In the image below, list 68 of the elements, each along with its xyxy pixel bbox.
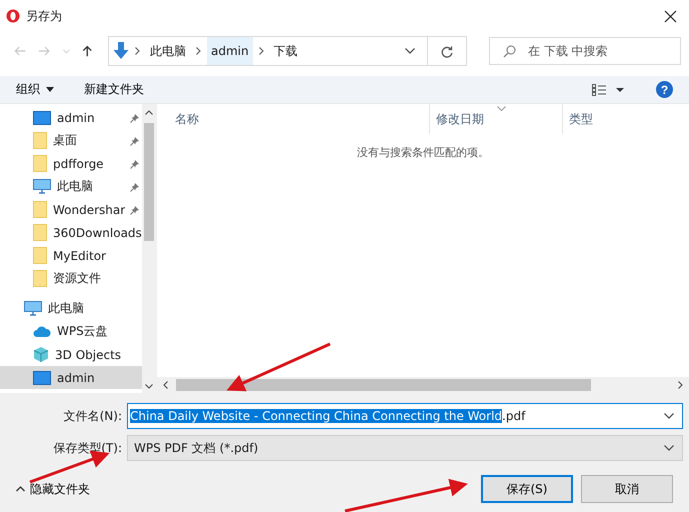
sort-caret-icon [497,106,506,111]
filename-label: 文件名(N): [62,408,123,424]
caret-icon [16,486,25,492]
cloud-icon [33,326,51,338]
sidebar-item[interactable]: WPS云盘 [0,320,142,343]
breadcrumb-item[interactable]: admin [207,37,253,65]
file-type-dropdown[interactable]: WPS PDF 文档 (*.pdf) [127,435,683,461]
pin-icon [130,182,140,192]
folder-icon [33,270,47,287]
column-header[interactable]: 名称 [157,104,430,134]
breadcrumb-item[interactable]: 此电脑 [146,37,190,65]
view-options-icon[interactable] [592,84,624,96]
computer-icon [24,301,42,316]
column-header[interactable]: 修改日期 [430,104,563,134]
window-title: 另存为 [26,8,62,24]
desktop-icon [33,110,51,124]
breadcrumb-item[interactable]: 下载 [270,37,302,65]
pin-icon [130,136,140,146]
sidebar-item[interactable]: pdfforge [0,152,142,175]
computer-icon [33,179,51,194]
download-arrow-icon [113,42,129,60]
empty-message: 没有与搜索条件匹配的项。 [356,145,490,160]
close-icon[interactable] [664,10,677,22]
cube-icon [33,346,49,363]
pin-icon [130,205,140,215]
sidebar-item[interactable]: 3D Objects [0,343,142,366]
dropdown-caret-icon[interactable] [664,413,674,419]
sidebar-item[interactable]: 此电脑 [0,297,142,320]
chevron-icon[interactable] [135,47,140,55]
refresh-icon [441,44,453,58]
help-button[interactable]: ? [656,81,673,98]
dropdown-caret-icon[interactable] [405,48,415,54]
search-field[interactable]: 在 下载 中搜索 [489,37,681,65]
scroll-down-icon[interactable] [145,384,153,389]
sidebar-item[interactable]: admin [0,366,142,389]
folder-icon [33,132,47,149]
up-arrow-icon[interactable] [82,44,92,58]
sidebar-item[interactable]: admin [0,106,142,129]
folder-icon [33,201,47,218]
vertical-scrollbar[interactable] [142,104,156,393]
sidebar-item[interactable]: 此电脑 [0,175,142,198]
chevron-icon[interactable] [196,47,201,55]
folder-icon [33,247,47,264]
sidebar-item[interactable]: 桌面 [0,129,142,152]
scroll-up-icon[interactable] [145,110,153,115]
pin-icon [130,113,140,123]
cancel-button[interactable]: 取消 [581,475,673,503]
dropdown-caret-icon[interactable] [664,445,674,451]
sidebar-item[interactable]: Wondershar [0,198,142,221]
filename-field[interactable]: China Daily Website - Connecting China Connecting the World.pdf [127,403,683,429]
desktop-icon [33,370,51,384]
pin-icon [130,159,140,169]
horizontal-scrollbar[interactable] [157,377,689,393]
new-folder-button[interactable]: 新建文件夹 [78,79,150,100]
chevron-icon[interactable] [258,47,264,55]
sidebar-item[interactable]: MyEditor [0,244,142,267]
hide-folders-button[interactable]: 隐藏文件夹 [10,480,96,498]
column-header[interactable]: 类型 [563,104,689,134]
scroll-left-icon[interactable] [163,381,168,389]
save-button[interactable]: 保存(S) [481,475,573,503]
sidebar-item[interactable]: 资源文件 [0,267,142,290]
app-logo-icon [6,9,20,23]
organize-menu-button[interactable]: 组织 [10,79,60,100]
sidebar-item[interactable]: 360Downloads [0,221,142,244]
folder-icon [33,155,47,172]
caret-icon [46,87,54,92]
scroll-right-icon[interactable] [678,381,683,389]
folder-icon [33,224,47,241]
